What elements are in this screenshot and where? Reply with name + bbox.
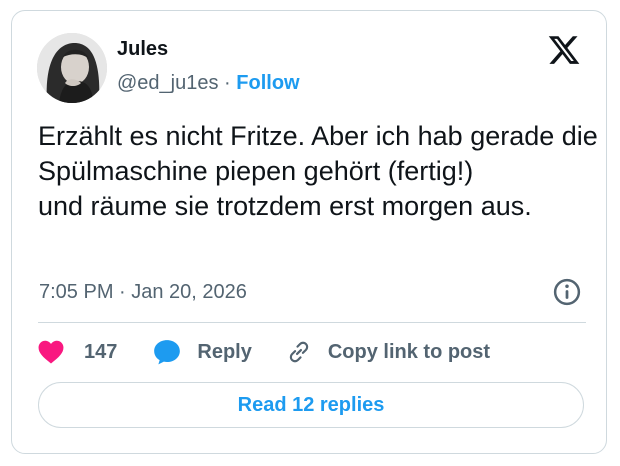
author-handle[interactable]: @ed_ju1es: [117, 72, 218, 94]
separator-dot: ·: [224, 72, 231, 94]
author-meta: @ed_ju1es · Follow: [117, 70, 300, 96]
tweet-text-line: und räume sie trotzdem erst morgen aus.: [38, 191, 532, 221]
reply-button[interactable]: Reply: [153, 339, 252, 365]
info-icon[interactable]: [552, 277, 582, 307]
like-count: 147: [84, 340, 118, 363]
avatar-photo: [37, 33, 107, 103]
tweet-text-line: Erzählt es nicht Fritze. Aber ich hab ge…: [38, 121, 598, 186]
x-logo-icon[interactable]: [547, 33, 581, 67]
like-button[interactable]: 147: [38, 340, 117, 364]
heart-icon: [38, 340, 64, 364]
tweet-timestamp[interactable]: 7:05 PM · Jan 20, 2026: [39, 279, 247, 305]
reply-label: Reply: [197, 340, 252, 363]
action-bar: 147 Reply Copy link to post: [38, 337, 490, 367]
avatar[interactable]: [37, 33, 107, 103]
copy-link-label: Copy link to post: [327, 340, 491, 363]
copy-link-button[interactable]: Copy link to post: [286, 339, 490, 365]
read-replies-button[interactable]: Read 12 replies: [38, 382, 584, 428]
link-icon: [289, 341, 309, 363]
speech-bubble-icon: [154, 340, 181, 365]
author-name[interactable]: Jules: [117, 37, 168, 61]
follow-button[interactable]: Follow: [236, 72, 299, 94]
tweet-text: Erzählt es nicht Fritze. Aber ich hab ge…: [38, 119, 598, 224]
divider: [38, 322, 586, 323]
tweet-card: Jules @ed_ju1es · Follow Erzählt es nich…: [11, 10, 607, 454]
